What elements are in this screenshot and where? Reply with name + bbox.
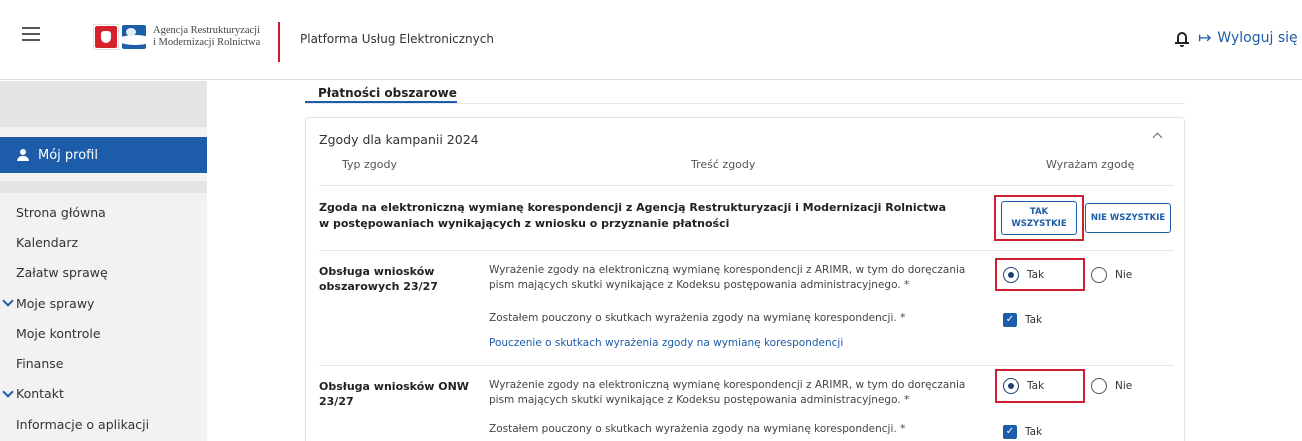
- logo-text-line1: Agencja Restrukturyzacji: [153, 25, 260, 36]
- sidebar-item-label: Moje sprawy: [16, 295, 95, 311]
- sidebar: Mój profil Strona główna Kalendarz Załat…: [0, 81, 207, 441]
- consent-text: Wyrażenie zgody na elektroniczną wymianę…: [489, 379, 966, 406]
- chevron-down-icon: [2, 295, 14, 307]
- consent-text: Wyrażenie zgody na elektroniczną wymianę…: [489, 264, 966, 291]
- service-name-line1: Obsługa wniosków: [319, 265, 435, 278]
- sidebar-item-label: Kontakt: [16, 386, 64, 402]
- yes-all-button[interactable]: TAK WSZYSTKIE: [1001, 201, 1077, 235]
- divider: [319, 185, 1174, 186]
- all-consent-description: Zgoda na elektroniczną wymianę korespond…: [319, 201, 947, 230]
- platform-title: Platforma Usług Elektronicznych: [300, 32, 494, 46]
- logout-icon: ↦: [1198, 28, 1212, 47]
- radio-unchecked-icon: [1091, 267, 1107, 283]
- logout-button[interactable]: ↦ Wyloguj się: [1198, 28, 1298, 47]
- service-name: Obsługa wniosków obszarowych 23/27: [319, 264, 474, 294]
- yes-all-line1: TAK: [1029, 207, 1049, 217]
- sidebar-banner: [0, 81, 207, 127]
- hamburger-menu-icon[interactable]: [22, 27, 40, 41]
- sidebar-item-informacje-o-aplikacji[interactable]: Informacje o aplikacji: [0, 409, 207, 439]
- sidebar-item-label: Finanse: [16, 356, 64, 372]
- logo-text-line2: i Modernizacji Rolnictwa: [153, 37, 261, 48]
- service-name-line1: Obsługa wniosków ONW: [319, 380, 469, 393]
- tab-divider: [305, 103, 1185, 104]
- service-name-line2: obszarowych 23/27: [319, 280, 438, 293]
- instruction-link[interactable]: Pouczenie o skutkach wyrażenia zgody na …: [489, 337, 843, 349]
- radio-checked-icon: [1003, 267, 1019, 283]
- acknowledgement-text: Zostałem pouczony o skutkach wyrażenia z…: [489, 312, 906, 324]
- consents-card: Zgody dla kampanii 2024 Typ zgody Treść …: [305, 117, 1185, 441]
- sidebar-item-kalendarz[interactable]: Kalendarz: [0, 227, 207, 257]
- sidebar-item-finanse[interactable]: Finanse: [0, 348, 207, 378]
- sidebar-item-label: Załatw sprawę: [16, 265, 108, 281]
- chevron-up-icon[interactable]: [1152, 132, 1163, 143]
- acknowledgement-text: Zostałem pouczony o skutkach wyrażenia z…: [489, 423, 906, 435]
- sidebar-menu: Strona główna Kalendarz Załatw sprawę Mo…: [0, 197, 207, 439]
- radio-unchecked-icon: [1091, 378, 1107, 394]
- column-header-type: Typ zgody: [342, 158, 397, 171]
- service-name-line2: 23/27: [319, 395, 354, 408]
- radio-no-label: Nie: [1115, 269, 1133, 281]
- radio-yes-label: Tak: [1027, 269, 1045, 281]
- arimr-emblem-icon: [122, 25, 146, 49]
- arimr-logo[interactable]: Agencja Restrukturyzacji i Modernizacji …: [93, 24, 268, 54]
- radio-yes[interactable]: Tak: [1003, 267, 1044, 283]
- sidebar-item-label: Strona główna: [16, 204, 106, 220]
- radio-no[interactable]: Nie: [1091, 378, 1132, 394]
- radio-yes-label: Tak: [1027, 380, 1045, 392]
- column-header-content: Treść zgody: [691, 158, 756, 171]
- checkbox-checked-icon: ✓: [1003, 425, 1017, 439]
- sidebar-item-zalatw-sprawe[interactable]: Załatw sprawę: [0, 258, 207, 288]
- sidebar-item-label: Moje kontrole: [16, 325, 101, 341]
- radio-yes[interactable]: Tak: [1003, 378, 1044, 394]
- column-header-consent: Wyrażam zgodę: [1046, 158, 1135, 171]
- user-icon: [16, 149, 30, 161]
- my-profile-label: Mój profil: [38, 147, 98, 163]
- yes-all-line2: WSZYSTKIE: [1011, 219, 1067, 229]
- sidebar-separator: [0, 181, 207, 193]
- my-profile-button[interactable]: Mój profil: [0, 137, 207, 173]
- radio-no[interactable]: Nie: [1091, 267, 1132, 283]
- checkbox-label: Tak: [1025, 314, 1043, 326]
- acknowledgement-checkbox[interactable]: ✓ Tak: [1003, 425, 1042, 439]
- divider: [319, 250, 1174, 251]
- divider: [319, 365, 1174, 366]
- radio-checked-icon: [1003, 378, 1019, 394]
- card-title: Zgody dla kampanii 2024: [319, 132, 479, 147]
- acknowledgement-checkbox[interactable]: ✓ Tak: [1003, 313, 1042, 327]
- sidebar-item-kontakt[interactable]: Kontakt: [0, 379, 207, 409]
- sidebar-item-strona-glowna[interactable]: Strona główna: [0, 197, 207, 227]
- chevron-down-icon: [2, 386, 14, 398]
- sidebar-item-label: Informacje o aplikacji: [16, 416, 150, 432]
- checkbox-checked-icon: ✓: [1003, 313, 1017, 327]
- checkbox-label: Tak: [1025, 426, 1043, 438]
- sidebar-item-label: Kalendarz: [16, 234, 79, 250]
- service-name: Obsługa wniosków ONW 23/27: [319, 379, 474, 409]
- no-all-button[interactable]: NIE WSZYSTKIE: [1085, 203, 1171, 233]
- logout-label: Wyloguj się: [1217, 29, 1298, 46]
- radio-no-label: Nie: [1115, 380, 1133, 392]
- sidebar-item-moje-sprawy[interactable]: Moje sprawy: [0, 288, 207, 318]
- logo-text: Agencja Restrukturyzacji i Modernizacji …: [153, 25, 260, 49]
- sidebar-item-moje-kontrole[interactable]: Moje kontrole: [0, 318, 207, 348]
- poland-emblem-icon: [93, 24, 119, 50]
- header-divider: [278, 22, 280, 62]
- bell-icon[interactable]: [1175, 31, 1189, 47]
- top-header: Agencja Restrukturyzacji i Modernizacji …: [0, 0, 1302, 80]
